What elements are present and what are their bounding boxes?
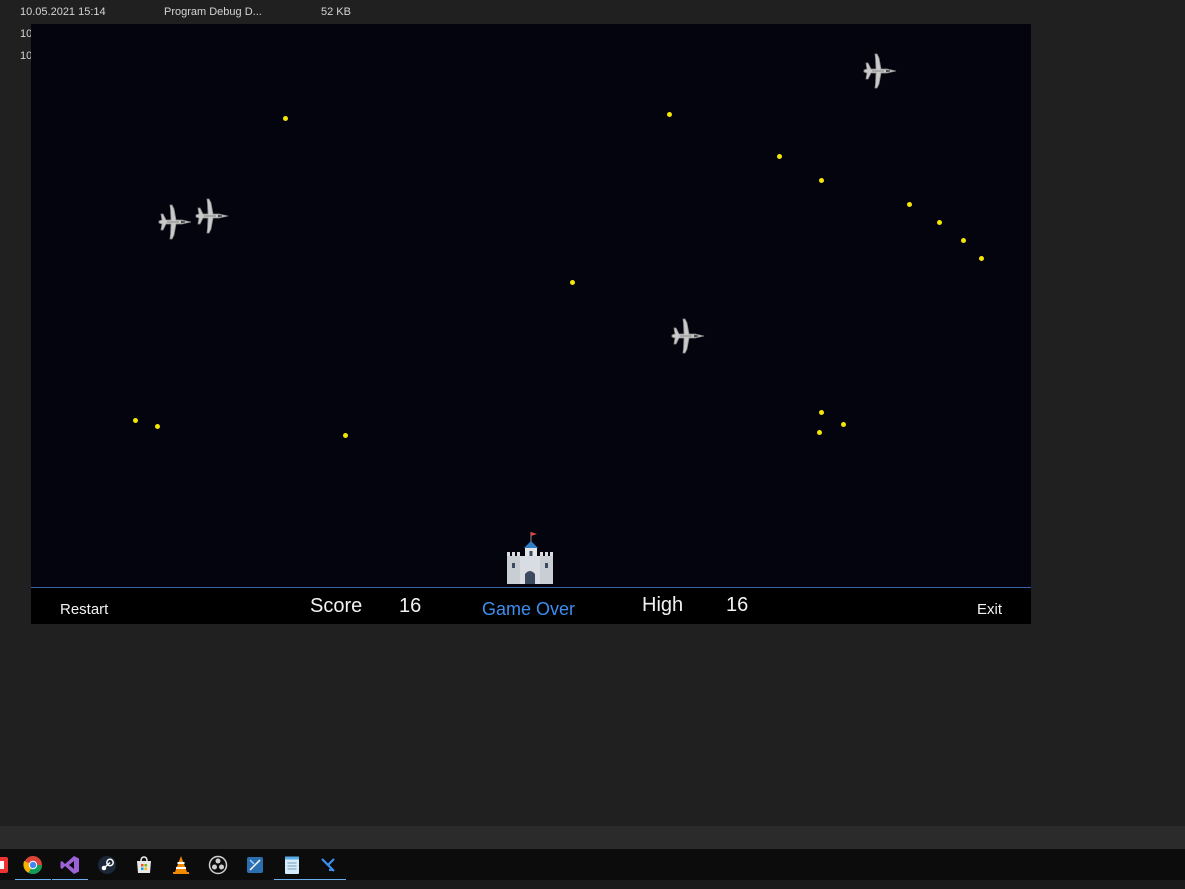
visual-studio-icon[interactable] — [52, 855, 88, 881]
window-strip — [0, 826, 1185, 849]
notepad-icon[interactable] — [274, 855, 310, 881]
exit-button[interactable]: Exit — [977, 601, 1002, 618]
bullet — [817, 430, 822, 435]
game-field[interactable] — [31, 24, 1031, 587]
high-label: High — [642, 594, 684, 616]
bullet — [667, 112, 672, 117]
bullet — [777, 154, 782, 159]
bullet — [155, 424, 160, 429]
castle-icon — [507, 532, 553, 584]
bullet — [937, 220, 942, 225]
game-window[interactable]: Restart Score 16 Game Over High 16 Exit — [31, 24, 1031, 624]
score-label: Score — [310, 595, 363, 617]
game-app-icon[interactable] — [310, 855, 346, 881]
obs-icon[interactable] — [208, 855, 228, 875]
bullet — [283, 116, 288, 121]
bullet — [343, 433, 348, 438]
file-type: Program Debug D... — [164, 6, 262, 18]
restart-button[interactable]: Restart — [60, 601, 108, 618]
store-icon[interactable] — [134, 855, 154, 875]
bullet — [133, 418, 138, 423]
fighter-jet-icon — [195, 198, 229, 234]
high-value: 16 — [726, 594, 749, 616]
status-bar: Restart Score 16 Game Over High 16 Exit — [31, 587, 1031, 624]
taskbar — [0, 849, 1185, 881]
file-date: 10.05.2021 15:14 — [20, 6, 106, 18]
chrome-icon[interactable] — [15, 855, 51, 881]
fighter-jet-icon — [158, 204, 192, 240]
taskbar-footer — [0, 880, 1185, 889]
bullet — [961, 238, 966, 243]
score-value: 16 — [399, 595, 422, 617]
bullet — [819, 410, 824, 415]
app-icon[interactable] — [245, 855, 265, 875]
game-over-text: Game Over — [482, 599, 576, 619]
fighter-jet-icon — [863, 53, 897, 89]
file-size: 52 KB — [321, 6, 351, 18]
bullet — [907, 202, 912, 207]
bullet — [979, 256, 984, 261]
vlc-icon[interactable] — [171, 855, 191, 875]
bullet — [570, 280, 575, 285]
bullet — [841, 422, 846, 427]
fighter-jet-icon — [671, 318, 705, 354]
bullet — [819, 178, 824, 183]
steam-icon[interactable] — [97, 855, 117, 875]
pdf-icon[interactable] — [0, 855, 10, 875]
